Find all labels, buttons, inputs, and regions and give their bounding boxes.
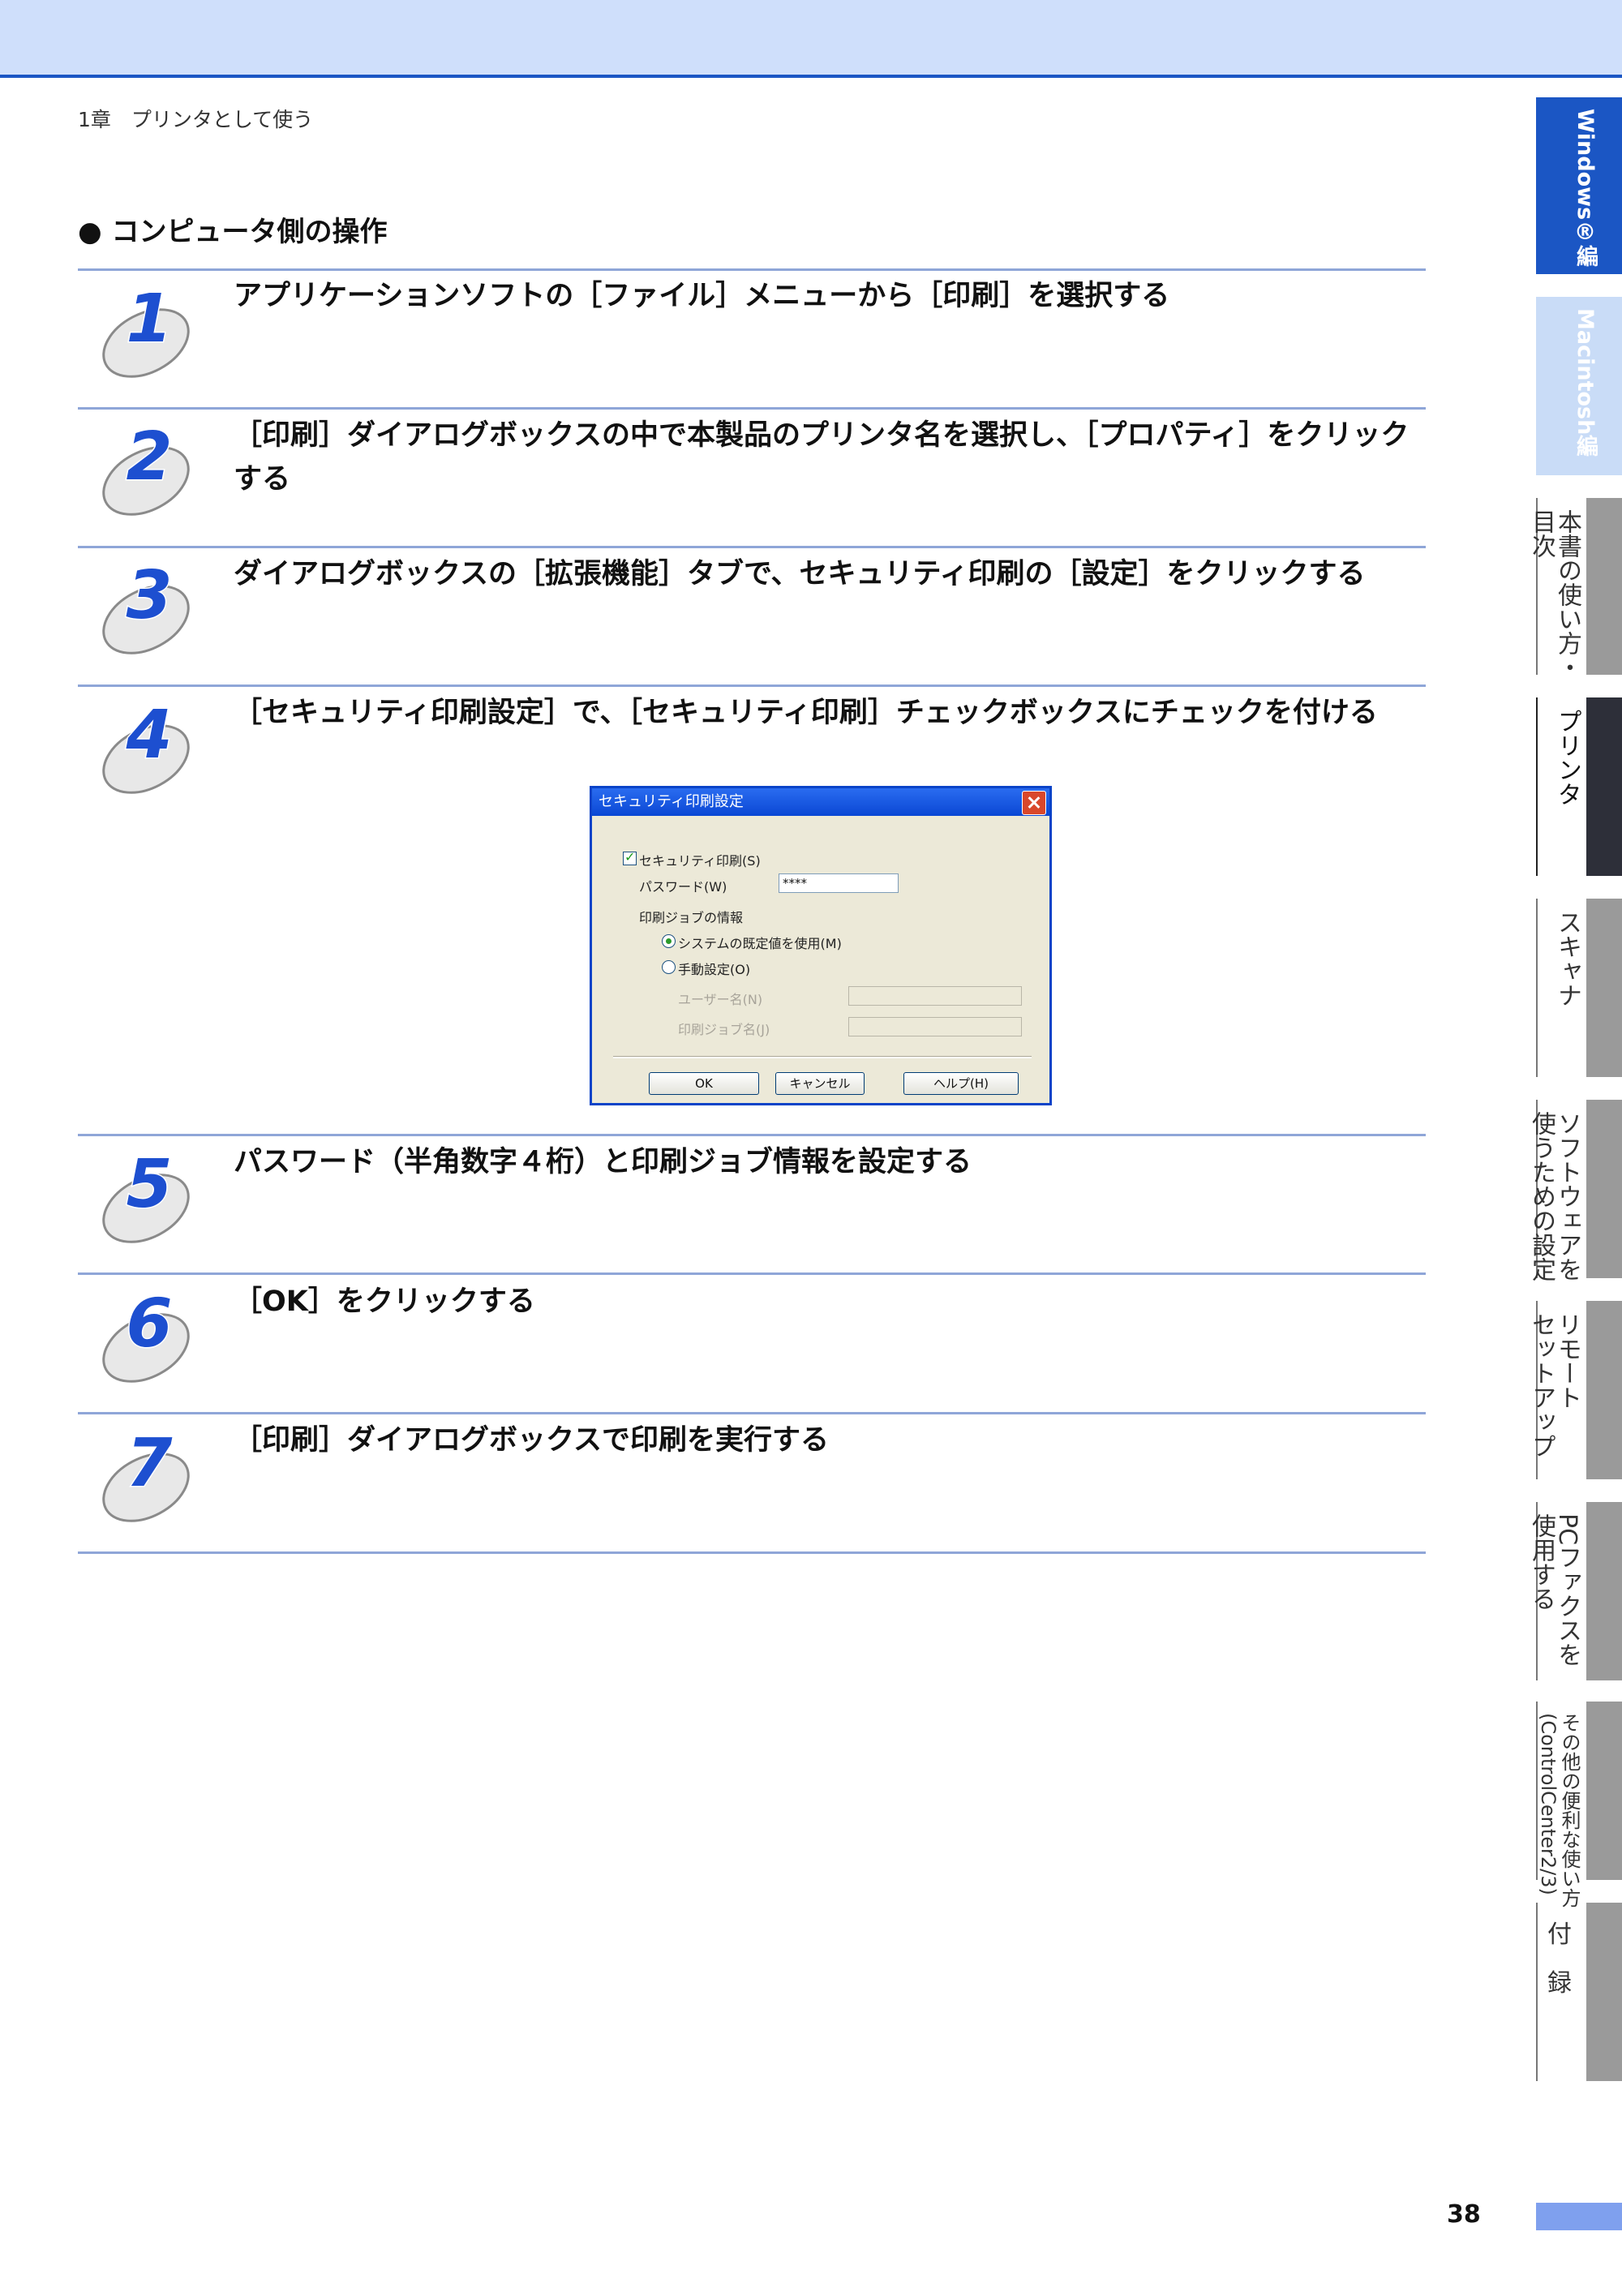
svg-text:3: 3 bbox=[126, 557, 172, 634]
step-number-badge: 4 bbox=[102, 696, 190, 794]
tab-remote-setup[interactable]: リモート セットアップ bbox=[1527, 1301, 1622, 1479]
tab-label: 本書の使い方・ 目次 bbox=[1527, 509, 1581, 680]
svg-text:5: 5 bbox=[126, 1146, 172, 1223]
job-name-field[interactable] bbox=[848, 1017, 1022, 1036]
step-number-badge: 7 bbox=[102, 1424, 190, 1522]
password-label: パスワード(W) bbox=[639, 879, 727, 895]
security-print-dialog: セキュリティ印刷設定 セキュリティ印刷(S) パスワード(W) **** 印刷ジ… bbox=[590, 786, 1052, 1105]
step-divider bbox=[78, 268, 1426, 271]
step-number-badge: 1 bbox=[102, 280, 190, 378]
step-divider bbox=[78, 1551, 1426, 1554]
tab-printer[interactable]: プリンタ bbox=[1536, 697, 1622, 876]
step-divider bbox=[78, 407, 1426, 410]
job-name-label: 印刷ジョブ名(J) bbox=[678, 1022, 770, 1037]
step-instruction: ［OK］をクリックする bbox=[234, 1285, 535, 1318]
ok-button[interactable]: OK bbox=[649, 1072, 759, 1095]
step-divider bbox=[78, 546, 1426, 548]
security-print-label: セキュリティ印刷(S) bbox=[639, 853, 761, 869]
tab-appendix[interactable]: 付 録 bbox=[1536, 1903, 1622, 2081]
tab-other-features[interactable]: その他の便利な使い方 (ControlCenter2/3) bbox=[1536, 1702, 1622, 1908]
step-instruction: アプリケーションソフトの［ファイル］メニューから［印刷］を選択する bbox=[234, 280, 1170, 312]
step-instruction: ［印刷］ダイアログボックスで印刷を実行する bbox=[234, 1424, 829, 1457]
tab-label: Windows®編 bbox=[1573, 109, 1598, 268]
tab-label: PCファクスを 使用する bbox=[1527, 1513, 1581, 1667]
use-default-label: システムの既定値を使用(M) bbox=[678, 936, 842, 951]
help-button[interactable]: ヘルプ(H) bbox=[903, 1072, 1019, 1095]
tab-label: スキャナ bbox=[1553, 910, 1581, 1007]
step-instruction: ［セキュリティ印刷設定］で、［セキュリティ印刷］チェックボックスにチェックを付け… bbox=[234, 697, 1378, 729]
dialog-title: セキュリティ印刷設定 bbox=[599, 793, 744, 810]
step-divider bbox=[78, 685, 1426, 687]
password-field[interactable]: **** bbox=[779, 873, 899, 893]
svg-text:2: 2 bbox=[126, 418, 172, 496]
step-instruction: ［印刷］ダイアログボックスの中で本製品のプリンタ名を選択し、［プロパティ］をクリ… bbox=[234, 419, 1410, 496]
step-number-badge: 2 bbox=[102, 418, 190, 516]
svg-text:6: 6 bbox=[126, 1285, 172, 1363]
manual-setting-radio[interactable] bbox=[662, 960, 676, 974]
tab-label: ソフトウェアを 使うための設定 bbox=[1527, 1111, 1581, 1281]
chapter-breadcrumb: 1章 プリンタとして使う bbox=[78, 108, 314, 131]
step-instruction: パスワード（半角数字４桁）と印刷ジョブ情報を設定する bbox=[234, 1146, 972, 1178]
svg-text:7: 7 bbox=[126, 1425, 172, 1502]
user-name-label: ユーザー名(N) bbox=[678, 992, 763, 1007]
job-info-label: 印刷ジョブの情報 bbox=[639, 910, 744, 925]
tab-label: プリンタ bbox=[1553, 709, 1581, 806]
tab-macintosh[interactable]: Macintosh編 bbox=[1536, 297, 1622, 475]
step-divider bbox=[78, 1134, 1426, 1136]
page-number-bar bbox=[1536, 2203, 1622, 2230]
step-number-badge: 5 bbox=[102, 1145, 190, 1243]
page-number: 38 bbox=[1447, 2200, 1481, 2229]
top-header-band bbox=[0, 0, 1622, 78]
tab-label: Macintosh編 bbox=[1573, 308, 1598, 457]
security-print-checkbox[interactable] bbox=[623, 849, 637, 865]
manual-setting-label: 手動設定(O) bbox=[678, 962, 751, 977]
tab-software-settings[interactable]: ソフトウェアを 使うための設定 bbox=[1527, 1100, 1622, 1281]
dialog-title-bar: セキュリティ印刷設定 bbox=[592, 788, 1049, 816]
cancel-button[interactable]: キャンセル bbox=[775, 1072, 865, 1095]
section-title: ● コンピュータ側の操作 bbox=[78, 216, 388, 248]
step-instruction: ダイアログボックスの［拡張機能］タブで、セキュリティ印刷の［設定］をクリックする bbox=[234, 558, 1366, 590]
tab-contents[interactable]: 本書の使い方・ 目次 bbox=[1527, 498, 1622, 680]
dialog-separator bbox=[613, 1056, 1032, 1058]
close-icon[interactable] bbox=[1022, 791, 1046, 815]
svg-text:1: 1 bbox=[126, 281, 172, 358]
step-divider bbox=[78, 1412, 1426, 1414]
user-name-field[interactable] bbox=[848, 986, 1022, 1006]
use-default-radio[interactable] bbox=[662, 934, 676, 948]
tab-scanner[interactable]: スキャナ bbox=[1536, 899, 1622, 1077]
svg-text:4: 4 bbox=[125, 697, 172, 774]
step-number-badge: 6 bbox=[102, 1285, 190, 1383]
tab-windows[interactable]: Windows®編 bbox=[1536, 97, 1622, 274]
tab-label: 付 録 bbox=[1547, 1920, 1572, 1998]
tab-pc-fax[interactable]: PCファクスを 使用する bbox=[1527, 1502, 1622, 1680]
tab-label: リモート セットアップ bbox=[1527, 1312, 1581, 1458]
step-divider bbox=[78, 1272, 1426, 1275]
step-number-badge: 3 bbox=[102, 556, 190, 654]
tab-label: その他の便利な使い方 (ControlCenter2/3) bbox=[1537, 1713, 1581, 1908]
